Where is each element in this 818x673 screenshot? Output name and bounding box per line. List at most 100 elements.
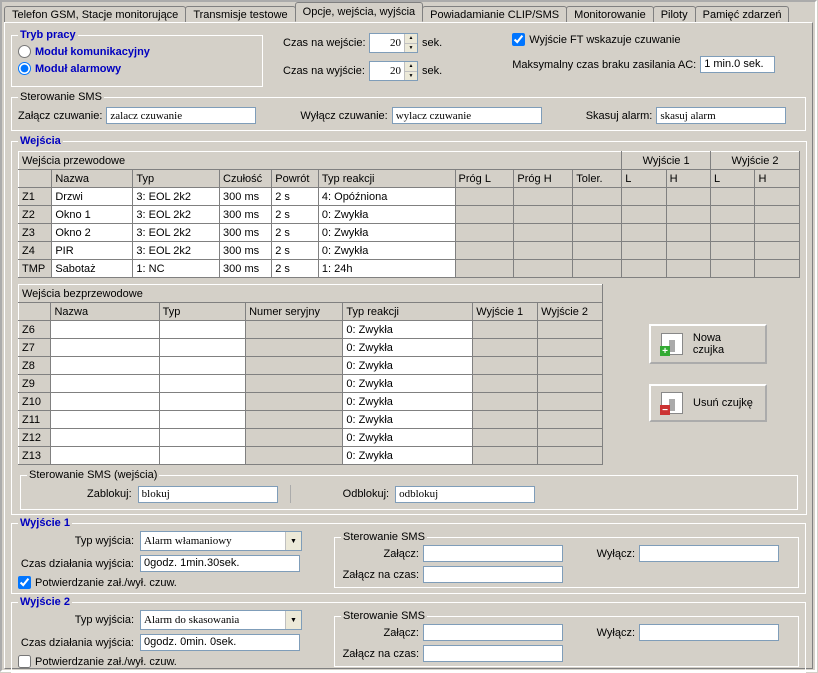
cell-reakcji[interactable]: 1: 24h <box>318 260 455 278</box>
input-wy1-zalacz-czas[interactable] <box>423 566 563 583</box>
combo-wy2-typ[interactable]: ▼ <box>140 610 302 630</box>
cell-typ[interactable]: 3: EOL 2k2 <box>133 224 220 242</box>
czas-wyjscie-spinner[interactable]: ▲▼ <box>369 61 418 81</box>
cell-nazwa[interactable]: PIR <box>52 242 133 260</box>
table-row[interactable]: Z130: Zwykła <box>19 447 603 465</box>
cell-nazwa[interactable]: Okno 1 <box>52 206 133 224</box>
tab-powiadamianie[interactable]: Powiadamianie CLIP/SMS <box>422 6 567 23</box>
checkbox-wyjscie-ft[interactable] <box>512 33 525 46</box>
cell-czulosc[interactable]: 300 ms <box>220 242 272 260</box>
button-usun-czujke[interactable]: − Usuń czujkę <box>649 384 767 422</box>
cell-reakcji[interactable]: 0: Zwykła <box>343 375 473 393</box>
combo-wy1-typ-value[interactable] <box>141 532 285 550</box>
button-nowa-czujka[interactable]: + Nowa czujka <box>649 324 767 364</box>
table-row[interactable]: Z120: Zwykła <box>19 429 603 447</box>
input-wy1-zalacz[interactable] <box>423 545 563 562</box>
cell-nazwa[interactable]: Drzwi <box>52 188 133 206</box>
cell-reakcji[interactable]: 0: Zwykła <box>318 242 455 260</box>
cell-nazwa[interactable]: Okno 2 <box>52 224 133 242</box>
cell-typ[interactable]: 3: EOL 2k2 <box>133 188 220 206</box>
combo-wy1-drop-icon[interactable]: ▼ <box>285 532 301 550</box>
input-odblokuj[interactable] <box>395 486 535 503</box>
table-row[interactable]: Z60: Zwykła <box>19 321 603 339</box>
cell-czulosc[interactable]: 300 ms <box>220 260 272 278</box>
czas-wyjscie-down[interactable]: ▼ <box>404 72 417 81</box>
input-zalacz-czuwanie[interactable] <box>106 107 256 124</box>
czas-wejscie-spinner[interactable]: ▲▼ <box>369 33 418 53</box>
table-row[interactable]: Z80: Zwykła <box>19 357 603 375</box>
czas-wejscie-value[interactable] <box>370 34 404 52</box>
cell-typ[interactable]: 3: EOL 2k2 <box>133 206 220 224</box>
table-row[interactable]: Z100: Zwykła <box>19 393 603 411</box>
group-wy2-ster-sms: Sterowanie SMS Załącz: Wyłącz: Załącz na… <box>334 610 799 667</box>
label-wy2-potw: Potwierdzanie zał./wył. czuw. <box>35 656 177 668</box>
cell-reakcji[interactable]: 0: Zwykła <box>343 393 473 411</box>
tab-pamiec[interactable]: Pamięć zdarzeń <box>695 6 790 23</box>
cell-reakcji[interactable]: 0: Zwykła <box>343 339 473 357</box>
input-zablokuj[interactable] <box>138 486 278 503</box>
table-row[interactable]: TMPSabotaż1: NC300 ms2 s1: 24h <box>19 260 800 278</box>
table-row[interactable]: Z1Drzwi3: EOL 2k2300 ms2 s4: Opóźniona <box>19 188 800 206</box>
cell-powrot[interactable]: 2 s <box>272 206 319 224</box>
col2-nazwa: Nazwa <box>51 303 159 321</box>
input-wy2-zalacz[interactable] <box>423 624 563 641</box>
input-wy1-wylacz[interactable] <box>639 545 779 562</box>
table-row[interactable]: Z110: Zwykła <box>19 411 603 429</box>
table-row[interactable]: Z90: Zwykła <box>19 375 603 393</box>
czas-wejscie-up[interactable]: ▲ <box>404 34 417 44</box>
max-ac-value[interactable]: 1 min.0 sek. <box>700 56 775 73</box>
checkbox-wy1-potw[interactable] <box>18 576 31 589</box>
tab-monitorowanie[interactable]: Monitorowanie <box>566 6 654 23</box>
combo-wy1-typ[interactable]: ▼ <box>140 531 302 551</box>
table-row[interactable]: Z4PIR3: EOL 2k2300 ms2 s0: Zwykła <box>19 242 800 260</box>
wy2-czas-value[interactable]: 0godz. 0min. 0sek. <box>140 634 300 651</box>
cell-powrot[interactable]: 2 s <box>272 224 319 242</box>
label-zablokuj: Zablokuj: <box>87 488 132 500</box>
radio-modul-komunikacyjny[interactable] <box>18 45 31 58</box>
input-skasuj-alarm[interactable] <box>656 107 786 124</box>
table-row[interactable]: Z70: Zwykła <box>19 339 603 357</box>
cell-reakcji[interactable]: 0: Zwykła <box>343 357 473 375</box>
tab-gsm[interactable]: Telefon GSM, Stacje monitorujące <box>4 6 186 23</box>
cell-nazwa[interactable]: Sabotaż <box>52 260 133 278</box>
combo-wy2-drop-icon[interactable]: ▼ <box>285 611 301 629</box>
cell-reakcji[interactable]: 0: Zwykła <box>318 224 455 242</box>
cell-reakcji[interactable]: 0: Zwykła <box>343 429 473 447</box>
tab-opcje[interactable]: Opcje, wejścia, wyjścia <box>295 2 423 22</box>
table-row[interactable]: Z3Okno 23: EOL 2k2300 ms2 s0: Zwykła <box>19 224 800 242</box>
input-wylacz-czuwanie[interactable] <box>392 107 542 124</box>
cell-czulosc[interactable]: 300 ms <box>220 206 272 224</box>
cell-powrot[interactable]: 2 s <box>272 188 319 206</box>
tabs-row: Telefon GSM, Stacje monitorujące Transmi… <box>4 2 815 22</box>
tab-transmisje[interactable]: Transmisje testowe <box>185 6 295 23</box>
cell-powrot[interactable]: 2 s <box>272 242 319 260</box>
cell-reakcji[interactable]: 4: Opóźniona <box>318 188 455 206</box>
czas-wyjscie-value[interactable] <box>370 62 404 80</box>
checkbox-wy2-potw[interactable] <box>18 655 31 668</box>
cell-typ[interactable]: 1: NC <box>133 260 220 278</box>
combo-wy2-typ-value[interactable] <box>141 611 285 629</box>
tab-piloty[interactable]: Piloty <box>653 6 696 23</box>
cell-reakcji[interactable]: 0: Zwykła <box>343 321 473 339</box>
cell-typ[interactable]: 3: EOL 2k2 <box>133 242 220 260</box>
cell-reakcji[interactable]: 0: Zwykła <box>343 411 473 429</box>
table-row[interactable]: Z2Okno 13: EOL 2k2300 ms2 s0: Zwykła <box>19 206 800 224</box>
label-wy2-wylacz: Wyłącz: <box>587 627 635 639</box>
cell-czulosc[interactable]: 300 ms <box>220 224 272 242</box>
col-powrot: Powrót <box>272 170 319 188</box>
label-nowa-czujka: Nowa czujka <box>693 332 755 356</box>
cell-czulosc[interactable]: 300 ms <box>220 188 272 206</box>
cell-reakcji[interactable]: 0: Zwykła <box>318 206 455 224</box>
input-wy2-zalacz-czas[interactable] <box>423 645 563 662</box>
add-sensor-icon: + <box>661 333 683 355</box>
czas-wejscie-down[interactable]: ▼ <box>404 44 417 53</box>
radio-modul-alarmowy[interactable] <box>18 62 31 75</box>
wy1-czas-value[interactable]: 0godz. 1min.30sek. <box>140 555 300 572</box>
input-wy2-wylacz[interactable] <box>639 624 779 641</box>
label-wy2-typ: Typ wyjścia: <box>18 614 134 626</box>
czas-wyjscie-up[interactable]: ▲ <box>404 62 417 72</box>
cell-reakcji[interactable]: 0: Zwykła <box>343 447 473 465</box>
label-wy1-wylacz: Wyłącz: <box>587 548 635 560</box>
cell-powrot[interactable]: 2 s <box>272 260 319 278</box>
col-L1: L <box>622 170 666 188</box>
